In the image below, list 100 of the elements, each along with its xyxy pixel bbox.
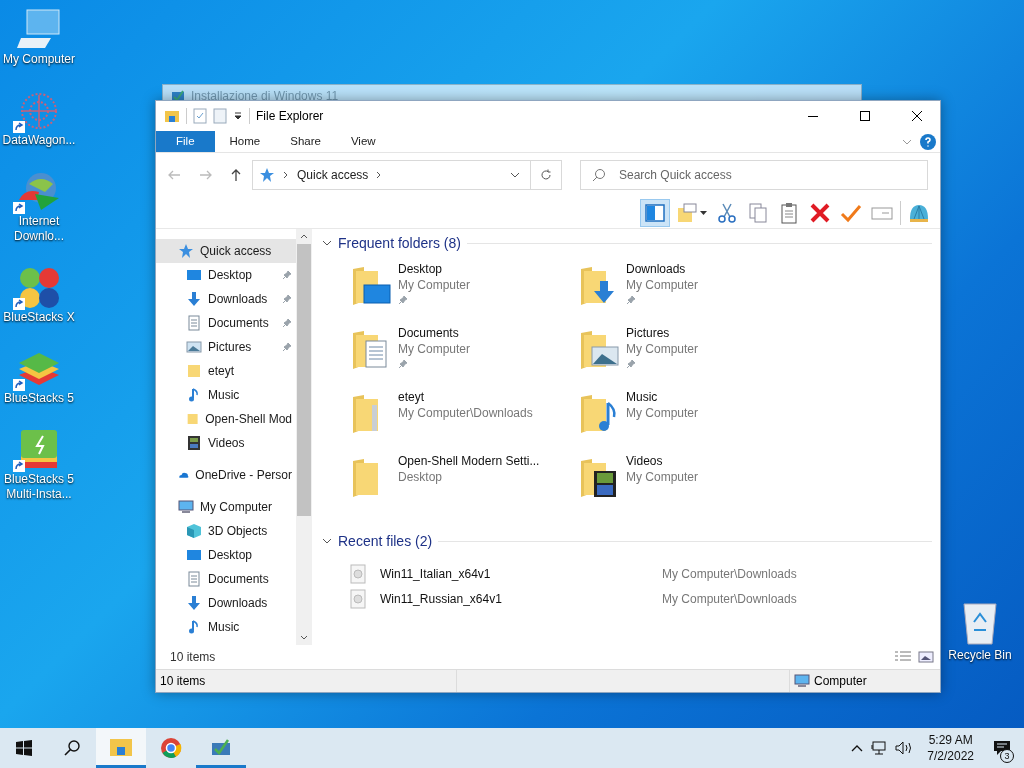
nav-item[interactable]: Desktop bbox=[156, 263, 296, 287]
nav-label: My Computer bbox=[200, 499, 273, 516]
browser-icon bbox=[160, 737, 182, 759]
folder-name: eteyt bbox=[398, 389, 425, 405]
dropdown-icon[interactable] bbox=[233, 111, 243, 121]
nav-item[interactable]: Downloads bbox=[156, 287, 296, 311]
nav-item[interactable]: Documents bbox=[156, 311, 296, 335]
desktop-icon-label[interactable]: My Computer bbox=[3, 52, 75, 67]
ribbon-tab[interactable]: Home bbox=[214, 131, 276, 152]
folder-location: My Computer bbox=[626, 469, 699, 485]
folder-tile[interactable]: eteyt My Computer\Downloads bbox=[350, 389, 578, 453]
nav-item[interactable]: OneDrive - Persor bbox=[156, 463, 296, 487]
folder-tile[interactable]: Music My Computer bbox=[578, 389, 806, 453]
recycle-bin-icon bbox=[960, 600, 1000, 646]
pin-icon bbox=[282, 294, 292, 304]
pin-icon bbox=[398, 359, 408, 369]
window-title: File Explorer bbox=[256, 108, 324, 125]
help-icon[interactable] bbox=[920, 133, 936, 150]
nav-item[interactable]: Open-Shell Mod bbox=[156, 407, 296, 431]
disc-file-icon bbox=[350, 563, 366, 584]
shortcut-arrow-icon bbox=[13, 202, 25, 214]
folder-name: Music bbox=[626, 389, 659, 405]
chevron-down-icon[interactable] bbox=[510, 172, 520, 178]
folder-tile[interactable]: Documents My Computer bbox=[350, 325, 578, 389]
recent-file-row[interactable]: Win11_Italian_x64v1 My Computer\Downloads bbox=[350, 561, 932, 586]
section-heading[interactable]: Frequent folders (8) bbox=[338, 232, 461, 254]
status-text: 10 items bbox=[159, 673, 207, 690]
folder-name: Videos bbox=[626, 453, 664, 469]
chevron-down-icon[interactable] bbox=[322, 240, 332, 246]
star-icon bbox=[259, 167, 275, 183]
file-name: Win11_Russian_x64v1 bbox=[380, 590, 503, 608]
folder-tile[interactable]: Videos My Computer bbox=[578, 453, 806, 517]
notification-count: 3 bbox=[1000, 749, 1014, 763]
chevron-up-icon[interactable] bbox=[851, 744, 864, 752]
large-icons-view-icon[interactable] bbox=[918, 650, 934, 664]
nav-item[interactable]: Music bbox=[156, 383, 296, 407]
pin-icon bbox=[282, 270, 292, 280]
section-heading[interactable]: Recent files (2) bbox=[338, 530, 433, 552]
folder-tile[interactable]: Pictures My Computer bbox=[578, 325, 806, 389]
file-name: Win11_Italian_x64v1 bbox=[380, 565, 492, 583]
breadcrumb[interactable]: Quick access bbox=[297, 166, 369, 184]
star-icon bbox=[178, 243, 194, 259]
folder-location: My Computer bbox=[626, 341, 699, 357]
folder-tile[interactable]: Downloads My Computer bbox=[578, 261, 806, 325]
shortcut-arrow-icon bbox=[13, 460, 25, 472]
nav-item[interactable]: Music bbox=[156, 615, 296, 639]
nav-item[interactable]: Videos bbox=[156, 431, 296, 455]
ribbon-tab[interactable]: Share bbox=[275, 131, 336, 152]
notification-button[interactable]: 3 bbox=[980, 728, 1024, 768]
minimize-icon bbox=[808, 115, 818, 117]
folder-tile[interactable]: Desktop My Computer bbox=[350, 261, 578, 325]
nav-item[interactable]: Pictures bbox=[156, 335, 296, 359]
taskbar-app-button[interactable] bbox=[96, 728, 146, 768]
nav-item[interactable]: Downloads bbox=[156, 591, 296, 615]
nav-item[interactable]: Quick access bbox=[156, 239, 296, 263]
file-location: My Computer\Downloads bbox=[662, 565, 797, 583]
toolbar-button[interactable] bbox=[640, 198, 670, 227]
film-icon bbox=[186, 435, 202, 451]
folder-location: My Computer\Downloads bbox=[398, 405, 533, 421]
folder-tile[interactable]: Open-Shell Modern Setti... Desktop bbox=[350, 453, 578, 517]
nav-item[interactable]: Documents bbox=[156, 567, 296, 591]
shortcut-arrow-icon bbox=[13, 379, 25, 391]
monitor-icon bbox=[186, 267, 202, 283]
speaker-icon[interactable] bbox=[895, 740, 914, 756]
nav-label: Documents bbox=[208, 315, 269, 332]
nav-label: Desktop bbox=[208, 267, 253, 284]
folder-icon bbox=[186, 363, 202, 379]
nav-item[interactable]: My Computer bbox=[156, 495, 296, 519]
folder-icon bbox=[186, 411, 200, 427]
nav-item[interactable]: 3D Objects bbox=[156, 519, 296, 543]
folder-monitor-icon bbox=[350, 265, 392, 307]
address-bar[interactable]: Quick access bbox=[252, 160, 562, 190]
nav-label: OneDrive - Persor bbox=[195, 467, 292, 484]
folder-location: My Computer bbox=[626, 277, 699, 293]
note-icon bbox=[675, 201, 698, 224]
copy-icon bbox=[747, 201, 769, 224]
search-field[interactable]: Search Quick access bbox=[580, 160, 928, 190]
nav-item[interactable]: Desktop bbox=[156, 543, 296, 567]
nav-label: Quick access bbox=[200, 243, 272, 260]
recent-file-row[interactable]: Win11_Russian_x64v1 My Computer\Downloads bbox=[350, 586, 932, 611]
nav-label: Downloads bbox=[208, 595, 268, 612]
caret-icon bbox=[699, 210, 707, 215]
nav-item[interactable]: eteyt bbox=[156, 359, 296, 383]
scroll-down-icon[interactable] bbox=[300, 635, 308, 640]
scroll-up-icon[interactable] bbox=[300, 234, 308, 239]
disc-file-icon bbox=[350, 588, 366, 609]
ribbon-tab[interactable]: File bbox=[156, 131, 215, 152]
search-icon bbox=[592, 168, 606, 182]
ribbon-tab[interactable]: View bbox=[335, 131, 391, 152]
scroll-thumb[interactable] bbox=[297, 244, 311, 516]
nav-label: Pictures bbox=[208, 339, 252, 356]
chevron-down-icon[interactable] bbox=[322, 538, 332, 544]
chevron-right-icon bbox=[376, 171, 383, 179]
nav-label: Downloads bbox=[208, 291, 268, 308]
clock[interactable]: 5:29 AM 7/2/2022 bbox=[921, 728, 980, 768]
network-icon[interactable] bbox=[871, 740, 888, 756]
desktop-icon-label[interactable]: Recycle Bin bbox=[948, 646, 1012, 664]
folder-name: Downloads bbox=[626, 261, 687, 277]
pin-icon bbox=[398, 295, 408, 305]
clipboard-icon bbox=[778, 201, 800, 224]
